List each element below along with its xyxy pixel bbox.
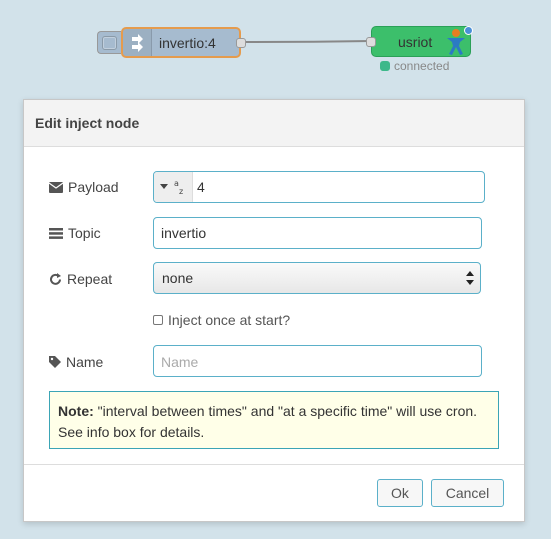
inject-once-checkbox[interactable]: Inject once at start?	[153, 312, 290, 328]
select-arrows-icon	[466, 271, 474, 285]
repeat-label: Repeat	[49, 271, 112, 287]
inject-arrow-icon	[123, 29, 152, 56]
edit-dialog: Edit inject node Payload a z 4 Topic inv…	[23, 99, 525, 522]
status-dot-icon	[380, 61, 390, 71]
cancel-button[interactable]: Cancel	[431, 479, 504, 507]
note-text: "interval between times" and "at a speci…	[58, 403, 478, 440]
info-note: Note: "interval between times" and "at a…	[49, 391, 499, 449]
topic-label: Topic	[49, 225, 101, 241]
topic-label-text: Topic	[68, 225, 101, 241]
payload-label-text: Payload	[68, 179, 119, 195]
status-text: connected	[394, 59, 450, 73]
name-input[interactable]: Name	[153, 345, 482, 377]
topic-value: invertio	[161, 225, 207, 241]
inject-trigger-button[interactable]	[97, 31, 121, 54]
repeat-icon	[50, 272, 61, 285]
node-status: connected	[380, 59, 449, 73]
az-string-icon: a z	[174, 179, 183, 195]
dialog-footer: Ok Cancel	[24, 464, 524, 521]
note-bold: Note:	[58, 403, 94, 419]
usriot-node[interactable]: usriot	[371, 26, 471, 57]
dialog-title: Edit inject node	[24, 100, 524, 147]
payload-input[interactable]: a z 4	[153, 171, 485, 203]
name-label-text: Name	[66, 354, 104, 370]
usriot-input-port[interactable]	[366, 37, 376, 47]
checkbox[interactable]	[153, 315, 163, 325]
inject-node[interactable]: invertio:4	[121, 27, 241, 58]
inject-node-label: invertio:4	[159, 35, 216, 51]
name-placeholder: Name	[161, 354, 199, 370]
repeat-select[interactable]: none	[153, 262, 481, 294]
repeat-label-text: Repeat	[67, 271, 113, 287]
name-label: Name	[49, 354, 103, 370]
payload-label: Payload	[49, 179, 119, 195]
envelope-icon	[49, 181, 63, 193]
topic-input[interactable]: invertio	[153, 217, 482, 249]
tasks-icon	[49, 227, 63, 239]
changed-badge-icon	[464, 26, 473, 35]
ok-button[interactable]: Ok	[377, 479, 423, 507]
caret-down-icon	[160, 184, 168, 189]
usriot-node-label: usriot	[398, 34, 433, 50]
inject-output-port[interactable]	[236, 38, 246, 48]
payload-value: 4	[197, 179, 205, 195]
tag-icon	[49, 356, 61, 368]
inject-once-label: Inject once at start?	[168, 312, 291, 328]
svg-text:z: z	[179, 187, 183, 195]
repeat-selected: none	[162, 270, 194, 286]
payload-type-select[interactable]: a z	[154, 172, 193, 202]
